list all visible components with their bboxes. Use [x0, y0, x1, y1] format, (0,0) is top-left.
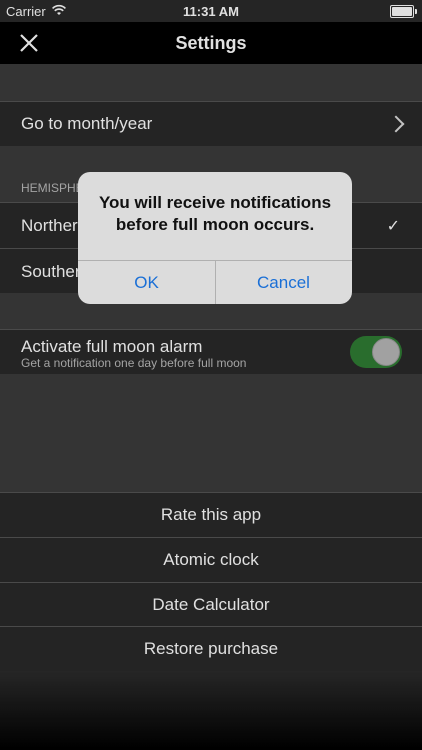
alert-button-bar: OK Cancel — [78, 260, 352, 304]
alert-message: You will receive notifications before fu… — [98, 193, 332, 234]
alert-ok-button[interactable]: OK — [78, 261, 216, 304]
notification-alert: You will receive notifications before fu… — [78, 172, 352, 304]
modal-backdrop — [0, 0, 422, 750]
alert-cancel-button[interactable]: Cancel — [215, 261, 352, 304]
